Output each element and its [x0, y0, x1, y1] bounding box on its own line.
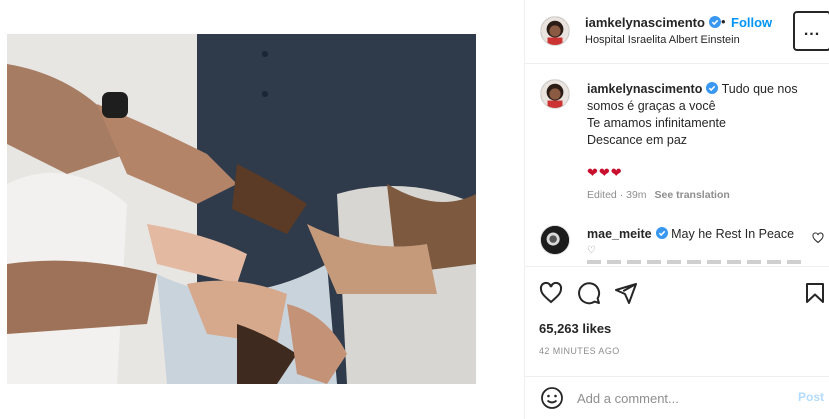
caption-hearts: ❤❤❤: [587, 165, 623, 180]
caption-first-line: iamkelynascimento Tudo que nos: [587, 81, 812, 98]
post-media-pane: [0, 0, 524, 419]
caption-meta: Edited · 39m See translation: [587, 189, 730, 201]
caption-line-2: somos é graças a você: [587, 99, 716, 113]
avatar-image: [541, 17, 569, 45]
emoji-icon[interactable]: [540, 386, 564, 410]
avatar-image: [541, 226, 569, 254]
post-comment-button[interactable]: Post: [798, 390, 824, 404]
post-header: iamkelynascimento • Follow Hospital Isra…: [525, 0, 829, 64]
author-username-text[interactable]: iamkelynascimento: [585, 15, 705, 30]
caption-username[interactable]: iamkelynascimento: [587, 82, 702, 96]
post-photo-art: [7, 34, 476, 384]
caption-text: iamkelynascimento Tudo que nos somos é g…: [587, 81, 812, 149]
header-separator: •: [721, 14, 726, 29]
comments-section: iamkelynascimento Tudo que nos somos é g…: [525, 65, 829, 265]
commenter-avatar[interactable]: [540, 225, 570, 255]
post-timestamp[interactable]: 42 MINUTES AGO: [539, 346, 620, 356]
follow-button[interactable]: Follow: [731, 15, 772, 30]
comment-faded-line: [587, 260, 807, 264]
commenter-username[interactable]: mae_meite: [587, 227, 652, 241]
verified-icon: [706, 82, 719, 94]
avatar-image: [541, 80, 569, 108]
author-username[interactable]: iamkelynascimento: [585, 15, 721, 30]
share-icon[interactable]: [614, 281, 638, 305]
more-options-button[interactable]: ...: [793, 11, 829, 51]
comment-body: May he Rest In Peace: [671, 227, 795, 241]
post-photo[interactable]: [7, 34, 476, 384]
save-bookmark-icon[interactable]: [803, 281, 827, 305]
comment-text: mae_meite May he Rest In Peace: [587, 227, 794, 241]
post-sidebar: iamkelynascimento • Follow Hospital Isra…: [524, 0, 829, 419]
add-comment-bar: Post: [525, 376, 829, 419]
post-actions: 65,263 likes 42 MINUTES AGO: [525, 266, 829, 386]
caption-line-3: Te amamos infinitamente: [587, 116, 726, 130]
like-icon[interactable]: [539, 281, 563, 305]
likes-count[interactable]: 65,263 likes: [539, 321, 611, 336]
caption-edited-time: Edited · 39m: [587, 189, 647, 201]
author-avatar[interactable]: [540, 16, 570, 46]
verified-icon: [655, 227, 668, 239]
comment-reply-heart: ♡: [587, 245, 596, 256]
comment-input[interactable]: [577, 388, 777, 408]
like-comment-icon[interactable]: [812, 232, 824, 244]
caption-line-1: Tudo que nos: [721, 82, 798, 96]
more-options-icon: ...: [803, 22, 821, 39]
caption-line-4: Descance em paz: [587, 133, 688, 147]
comment-icon[interactable]: [577, 281, 601, 305]
caption-author-avatar[interactable]: [540, 79, 570, 109]
verified-icon: [708, 16, 721, 28]
see-translation-link[interactable]: See translation: [655, 189, 730, 201]
post-location[interactable]: Hospital Israelita Albert Einstein: [585, 34, 740, 46]
